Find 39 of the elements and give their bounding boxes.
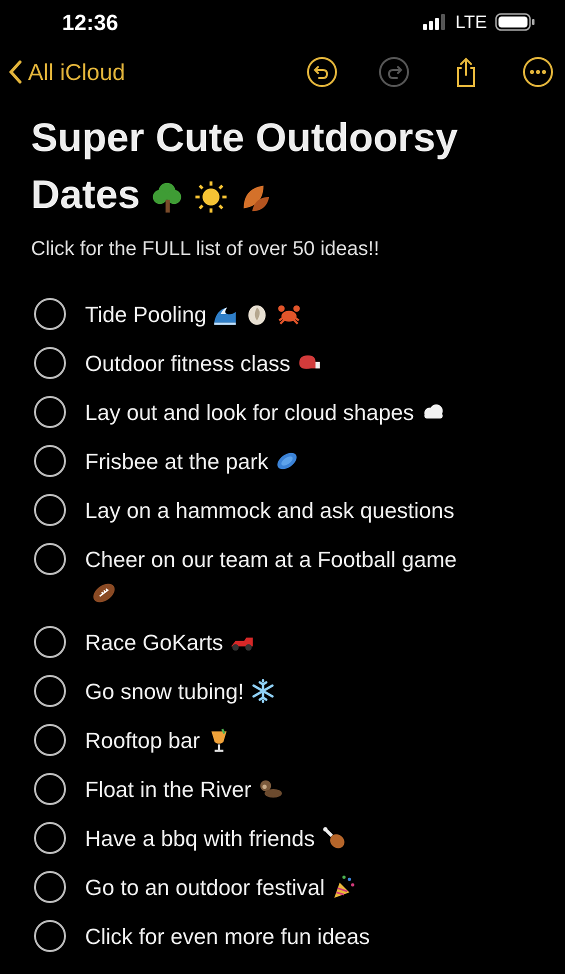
checklist-item-text: Lay on a hammock and ask questions — [85, 497, 454, 525]
checklist-checkbox[interactable] — [34, 675, 66, 707]
sun-icon — [194, 180, 228, 214]
checklist-checkbox[interactable] — [34, 445, 66, 477]
checklist-item-text: Have a bbq with friends — [85, 822, 347, 856]
checklist-checkbox[interactable] — [34, 724, 66, 756]
status-time: 12:36 — [62, 8, 118, 36]
checklist-checkbox[interactable] — [34, 920, 66, 952]
checklist-item-text: Cheer on our team at a Football game — [85, 543, 480, 611]
checklist-item-text: Tide Pooling — [85, 298, 302, 332]
more-button[interactable] — [521, 55, 555, 89]
checklist-item-text: Frisbee at the park — [85, 445, 300, 479]
checklist-item-text: Outdoor fitness class — [85, 347, 322, 381]
checklist-item-text: Lay out and look for cloud shapes — [85, 396, 446, 430]
checklist-item-text: Go snow tubing! — [85, 675, 276, 709]
checklist-item-text: Race GoKarts — [85, 626, 256, 660]
note-title: Super Cute Outdoorsy Dates — [31, 115, 459, 219]
checklist-item-text: Rooftop bar — [85, 724, 232, 758]
undo-button[interactable] — [305, 55, 339, 89]
note-subtitle: Click for the FULL list of over 50 ideas!! — [31, 237, 380, 262]
battery-icon — [495, 13, 535, 31]
snowflake-icon — [250, 678, 276, 704]
checklist-checkbox[interactable] — [34, 626, 66, 658]
checklist-item-text: Go to an outdoor festival — [85, 871, 357, 905]
checklist-item-text: Click for even more fun ideas — [85, 923, 370, 951]
chevron-icon — [8, 60, 22, 84]
network-label: LTE — [455, 10, 487, 34]
checklist-checkbox[interactable] — [34, 494, 66, 526]
drumstick-icon — [320, 825, 347, 851]
back-button[interactable]: All iCloud — [4, 50, 130, 94]
checklist-checkbox[interactable] — [34, 773, 66, 805]
checklist-checkbox[interactable] — [34, 543, 66, 575]
checklist-checkbox[interactable] — [34, 347, 66, 379]
checklist-item-text: Float in the River — [85, 773, 284, 807]
checklist-checkbox[interactable] — [34, 396, 66, 428]
checklist-checkbox[interactable] — [34, 871, 66, 903]
signal-icon — [423, 14, 448, 30]
checklist-checkbox[interactable] — [34, 822, 66, 854]
checklist-checkbox[interactable] — [34, 298, 66, 330]
